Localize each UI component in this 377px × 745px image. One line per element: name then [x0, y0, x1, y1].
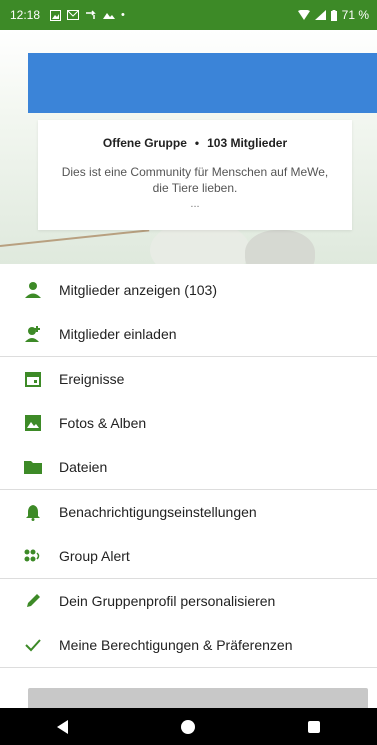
cover-image-string [0, 229, 150, 247]
divider [0, 667, 377, 668]
description-more[interactable]: ... [38, 198, 352, 210]
group-info-card: Offene Gruppe • 103 Mitglieder Dies ist ei… [38, 120, 352, 230]
signal-icon [314, 10, 326, 20]
group-alert-icon [22, 545, 44, 567]
menu-label: Benachrichtigungseinstellungen [59, 504, 257, 520]
home-button[interactable] [168, 712, 208, 742]
status-bar: 12:18 • 71 % [0, 0, 377, 30]
menu-label: Dein Gruppenprofil personalisieren [59, 593, 276, 609]
group-meta: Offene Gruppe • 103 Mitglieder [38, 136, 352, 150]
back-triangle-icon [56, 719, 68, 734]
menu-item-personalize[interactable]: Dein Gruppenprofil personalisieren [0, 579, 377, 623]
menu-label: Meine Berechtigungen & Präferenzen [59, 637, 293, 653]
status-right: 71 % [297, 8, 369, 22]
menu-item-events[interactable]: Ereignisse [0, 357, 377, 401]
group-type: Offene Gruppe [102, 136, 187, 150]
gallery-icon [103, 13, 116, 19]
group-menu: Mitglieder anzeigen (103) Mitglieder ein… [0, 268, 377, 668]
dot-icon: • [121, 9, 125, 21]
android-nav-bar [0, 708, 377, 745]
notification-icons: • [50, 9, 125, 21]
bell-icon [22, 501, 44, 523]
call-forward-icon [86, 10, 96, 19]
person-add-icon [22, 323, 44, 345]
menu-label: Mitglieder einladen [59, 326, 177, 342]
group-header-banner [28, 53, 377, 113]
battery-icon [330, 9, 337, 21]
status-time: 12:18 [10, 8, 41, 22]
calendar-icon [22, 368, 44, 390]
folder-icon [22, 456, 44, 478]
menu-item-members[interactable]: Mitglieder anzeigen (103) [0, 268, 377, 312]
menu-item-group-alert[interactable]: Group Alert [0, 534, 377, 578]
check-icon [22, 634, 44, 656]
menu-item-files[interactable]: Dateien [0, 445, 377, 489]
menu-item-invite[interactable]: Mitglieder einladen [0, 312, 377, 356]
cover-image-shape [245, 230, 315, 264]
image-icon [22, 412, 44, 434]
recents-button[interactable] [294, 712, 334, 742]
battery-percent: 71 % [341, 8, 369, 22]
menu-label: Dateien [59, 459, 108, 475]
menu-item-permissions[interactable]: Meine Berechtigungen & Präferenzen [0, 623, 377, 667]
menu-label: Fotos & Alben [59, 415, 147, 431]
home-circle-icon [181, 719, 196, 734]
pencil-icon [22, 590, 44, 612]
group-description: Dies ist eine Community für Menschen auf… [61, 165, 329, 195]
image-icon [50, 9, 62, 21]
wifi-icon [297, 10, 310, 20]
menu-label: Group Alert [59, 548, 130, 564]
menu-item-notifications[interactable]: Benachrichtigungseinstellungen [0, 490, 377, 534]
menu-label: Mitglieder anzeigen (103) [59, 282, 217, 298]
member-count: 103 Mitglieder [207, 136, 288, 150]
separator-dot: • [194, 136, 200, 150]
menu-label: Ereignisse [59, 371, 125, 387]
menu-item-photos[interactable]: Fotos & Alben [0, 401, 377, 445]
recents-square-icon [308, 720, 321, 733]
person-icon [22, 279, 44, 301]
back-button[interactable] [43, 712, 83, 742]
mail-icon [67, 10, 80, 20]
